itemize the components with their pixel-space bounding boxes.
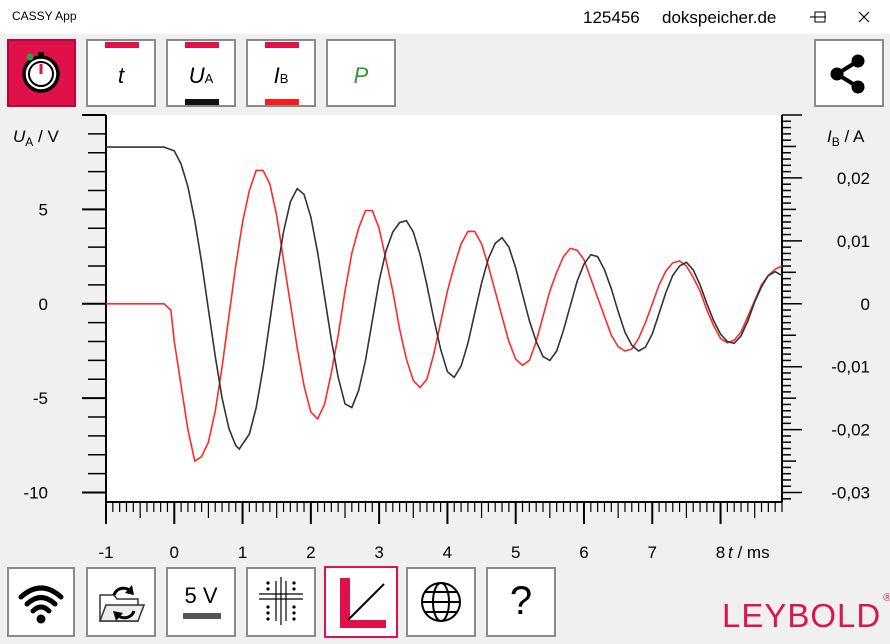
right-axis-tick-label: -0,02 xyxy=(831,421,870,440)
x-axis-tick-label: 6 xyxy=(579,543,588,562)
x-axis-tick-label: 7 xyxy=(648,543,657,562)
channel-button-ib[interactable]: IB xyxy=(246,39,316,107)
diagram-icon xyxy=(340,578,386,628)
x-axis-title: t / ms xyxy=(728,543,770,562)
maximize-icon[interactable] xyxy=(808,6,832,28)
wifi-button[interactable] xyxy=(7,567,75,637)
open-folder-refresh-icon xyxy=(98,585,146,622)
x-axis-tick-label: -1 xyxy=(98,543,113,562)
voltage-range-label: 5 V xyxy=(184,583,218,608)
leybold-logo: LEYBOLD ® xyxy=(722,592,890,635)
right-axis-tick-label: 0,02 xyxy=(837,169,870,188)
measurement-chart[interactable]: 50-5-10 0,020,010-0,01-0,02-0,03 -1 0 1 2 3 4… xyxy=(0,110,890,565)
wifi-icon xyxy=(18,585,64,624)
channel-label-ua: UA xyxy=(188,63,214,88)
grid-settings-button[interactable] xyxy=(246,567,316,637)
title-bar: CASSY App 125456 dokspeicher.de — xyxy=(0,0,890,34)
x-axis-tick-label: 5 xyxy=(511,543,520,562)
voltage-color-bar xyxy=(185,99,219,105)
app-title: CASSY App xyxy=(12,9,77,23)
x-axis-tick-label: 1 xyxy=(238,543,247,562)
right-axis-tick-label: -0,01 xyxy=(831,358,870,377)
help-label: ? xyxy=(509,579,533,623)
brand-name: LEYBOLD xyxy=(722,597,882,634)
left-axis-tick-label: -5 xyxy=(33,389,48,408)
left-axis-title: UA / V xyxy=(13,127,59,149)
voltage-range-button[interactable]: 5 V xyxy=(166,567,236,637)
right-axis-tick-label: -0,03 xyxy=(831,484,870,503)
globe-icon xyxy=(421,582,461,622)
right-axis-tick-label: 0,01 xyxy=(837,232,870,251)
help-icon: ? xyxy=(488,579,554,624)
grid-settings-icon xyxy=(259,577,303,625)
measure-start-button[interactable] xyxy=(7,39,76,107)
x-axis-tick-label: 0 xyxy=(170,543,179,562)
site-label: dokspeicher.de xyxy=(662,8,777,27)
share-icon xyxy=(830,54,865,94)
share-button[interactable] xyxy=(814,39,884,107)
range-bar xyxy=(183,613,221,619)
language-button[interactable] xyxy=(406,567,476,637)
open-file-button[interactable] xyxy=(86,567,156,637)
left-axis-tick-label: 0 xyxy=(39,295,48,314)
active-indicator xyxy=(185,42,219,48)
channel-label-p: P xyxy=(353,63,369,88)
diagram-button[interactable] xyxy=(324,566,398,638)
x-axis-tick-label: 4 xyxy=(443,543,452,562)
close-icon[interactable] xyxy=(852,6,876,28)
left-axis-tick-label: -10 xyxy=(23,484,48,503)
channel-button-t[interactable]: t xyxy=(86,39,156,107)
channel-label-ib: IB xyxy=(273,63,289,88)
voltage-range-icon: 5 V xyxy=(168,583,234,609)
active-indicator xyxy=(265,42,299,48)
device-serial: 125456 xyxy=(583,8,640,27)
x-axis-tick-label: 3 xyxy=(374,543,383,562)
left-axis-tick-label: 5 xyxy=(39,200,48,219)
x-axis-tick-label: 2 xyxy=(306,543,315,562)
x-axis-tick-label: 8 xyxy=(716,543,725,562)
help-button[interactable]: ? xyxy=(486,567,556,637)
active-indicator xyxy=(105,42,139,48)
channel-button-p[interactable]: P xyxy=(326,39,396,107)
right-axis-title: IB / A xyxy=(827,127,865,149)
stopwatch-icon xyxy=(22,52,60,93)
channel-label-t: t xyxy=(117,63,125,88)
current-color-bar xyxy=(265,99,299,105)
registered-mark: ® xyxy=(883,592,890,604)
channel-button-ua[interactable]: UA xyxy=(166,39,236,107)
right-axis-tick-label: 0 xyxy=(861,295,870,314)
